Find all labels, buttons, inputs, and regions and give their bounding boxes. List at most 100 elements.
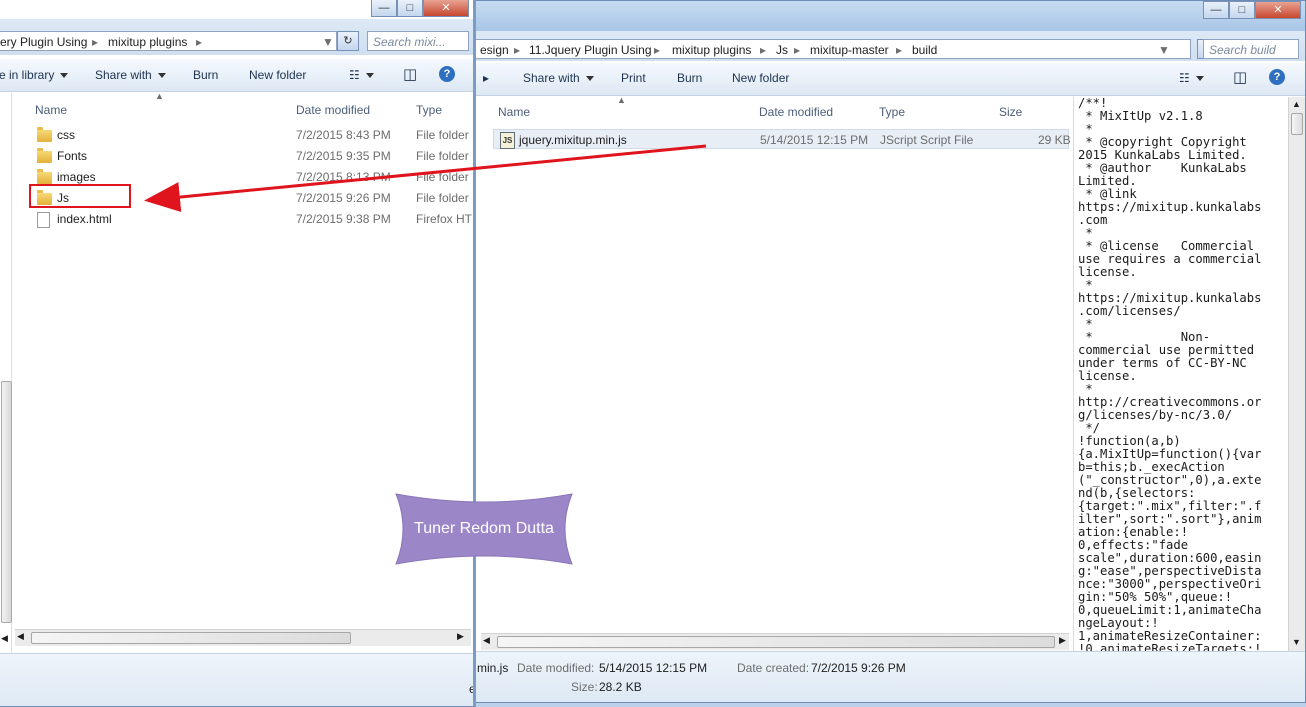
chevron-down-icon: [1195, 76, 1204, 82]
chevron-down-icon: [157, 73, 166, 79]
search-input[interactable]: Search mixi...: [367, 31, 469, 51]
share-with-button[interactable]: Share with: [523, 71, 594, 85]
include-in-library-label: e in library: [0, 68, 55, 82]
details-file-name: min.js: [477, 661, 509, 675]
address-dropdown-icon[interactable]: ▼: [322, 35, 334, 49]
scrollbar-thumb[interactable]: [1291, 113, 1303, 135]
right-navbar: esign ▸ 11.Jquery Plugin Using ▸ mixitup…: [473, 31, 1305, 61]
navigation-pane: ◀: [0, 93, 12, 655]
left-toolbar: e in library Share with Burn New folder …: [0, 59, 473, 92]
burn-button[interactable]: Burn: [193, 68, 218, 82]
close-button[interactable]: ✕: [423, 0, 469, 17]
scroll-up-icon[interactable]: ▲: [1292, 99, 1301, 109]
column-header-type[interactable]: Type: [416, 103, 442, 117]
help-icon[interactable]: ?: [1269, 69, 1285, 85]
print-button[interactable]: Print: [621, 71, 646, 85]
horizontal-scrollbar[interactable]: ◀ ▶: [481, 633, 1069, 650]
include-in-library-button[interactable]: e in library: [0, 68, 69, 82]
file-size: 29 KB: [1038, 133, 1071, 147]
table-row[interactable]: css 7/2/2015 8:43 PM File folder: [29, 125, 471, 145]
scroll-right-icon[interactable]: ▶: [1059, 635, 1066, 646]
column-header-name[interactable]: Name: [498, 105, 530, 119]
file-name: Fonts: [57, 149, 88, 163]
back-chevron-icon[interactable]: ▸: [483, 71, 489, 85]
preview-line: license.: [1078, 369, 1137, 383]
scroll-left-icon[interactable]: ◀: [483, 635, 490, 646]
preview-line: * MixItUp v2.1.8: [1078, 109, 1203, 123]
burn-button[interactable]: Burn: [677, 71, 702, 85]
table-row[interactable]: Fonts 7/2/2015 9:35 PM File folder: [29, 146, 471, 166]
breadcrumb-separator-icon: ▸: [760, 43, 767, 57]
chevron-down-icon: [365, 73, 374, 79]
details-date-modified: 5/14/2015 12:15 PM: [599, 661, 708, 675]
search-input[interactable]: Search build: [1203, 39, 1299, 59]
file-type: Firefox HT: [416, 212, 473, 226]
folder-icon: [37, 148, 52, 163]
breadcrumb-segment[interactable]: mixitup-master: [810, 43, 889, 57]
scroll-right-icon[interactable]: ▶: [457, 631, 464, 642]
breadcrumb-segment[interactable]: mixitup plugins: [108, 35, 187, 49]
breadcrumb-separator-icon: ▸: [92, 35, 99, 49]
breadcrumb-separator-icon: ▸: [794, 43, 801, 57]
file-type: File folder: [416, 191, 469, 205]
breadcrumb-segment[interactable]: 11.Jquery Plugin Using: [529, 43, 652, 57]
minimize-button[interactable]: —: [371, 0, 397, 17]
file-name: index.html: [57, 212, 112, 226]
scroll-down-icon[interactable]: ▼: [1292, 637, 1301, 647]
navigation-scrollbar[interactable]: [1, 381, 12, 623]
minimize-button[interactable]: —: [1203, 1, 1229, 19]
right-toolbar: ▸ Share with Print Burn New folder ☷ ◫ ?: [473, 63, 1305, 96]
js-folder-highlight: [29, 184, 131, 208]
column-header-size[interactable]: Size: [999, 105, 1022, 119]
right-explorer-window: — □ ✕ esign ▸ 11.Jquery Plugin Using ▸ m…: [472, 0, 1306, 703]
column-header-date[interactable]: Date modified: [296, 103, 370, 117]
file-date: 7/2/2015 9:26 PM: [296, 191, 391, 205]
view-options-icon[interactable]: ☷: [1179, 71, 1204, 85]
breadcrumb-separator-icon: ▸: [654, 43, 661, 57]
horizontal-scrollbar[interactable]: ◀ ▶: [15, 629, 471, 646]
column-header-name[interactable]: Name: [35, 103, 67, 117]
breadcrumb-separator-icon: ▸: [514, 43, 521, 57]
breadcrumb-segment[interactable]: Js: [776, 43, 788, 57]
breadcrumb-segment[interactable]: esign: [480, 43, 509, 57]
breadcrumb-segment[interactable]: mixitup plugins: [672, 43, 751, 57]
address-bar[interactable]: ery Plugin Using ▸ mixitup plugins ▸ ▼: [0, 31, 337, 51]
new-folder-button[interactable]: New folder: [732, 71, 789, 85]
folder-icon: [37, 169, 52, 184]
new-folder-button[interactable]: New folder: [249, 68, 306, 82]
maximize-button[interactable]: □: [397, 0, 423, 17]
column-header-date[interactable]: Date modified: [759, 105, 833, 119]
preview-line: g/licenses/by-nc/3.0/: [1078, 408, 1233, 422]
file-type: File folder: [416, 170, 469, 184]
scroll-left-icon[interactable]: ◀: [1, 633, 8, 644]
file-date: 7/2/2015 8:13 PM: [296, 170, 391, 184]
preview-text: /**! * MixItUp v2.1.8 * * @copyright Cop…: [1078, 97, 1261, 651]
breadcrumb-separator-icon: ▸: [196, 35, 203, 49]
maximize-button[interactable]: □: [1229, 1, 1255, 19]
address-bar[interactable]: esign ▸ 11.Jquery Plugin Using ▸ mixitup…: [473, 39, 1191, 59]
scrollbar-thumb[interactable]: [497, 636, 1055, 648]
view-options-icon[interactable]: ☷: [349, 68, 374, 82]
table-row[interactable]: index.html 7/2/2015 9:38 PM Firefox HT: [29, 209, 473, 229]
details-partial-text: e: [469, 682, 476, 696]
preview-pane-icon[interactable]: ◫: [1233, 68, 1247, 86]
breadcrumb-separator-icon: ▸: [896, 43, 903, 57]
close-button[interactable]: ✕: [1255, 1, 1301, 19]
scroll-left-icon[interactable]: ◀: [17, 631, 24, 642]
breadcrumb-segment[interactable]: ery Plugin Using: [0, 35, 87, 49]
breadcrumb-segment[interactable]: build: [912, 43, 937, 57]
column-headers: Name Date modified Type: [15, 103, 471, 123]
preview-vertical-scrollbar[interactable]: ▲ ▼: [1288, 97, 1305, 651]
table-row[interactable]: JS jquery.mixitup.min.js 5/14/2015 12:15…: [493, 129, 1071, 149]
share-with-label: Share with: [523, 71, 580, 85]
refresh-icon[interactable]: ↻: [337, 31, 359, 51]
column-header-type[interactable]: Type: [879, 105, 905, 119]
preview-pane-icon[interactable]: ◫: [403, 65, 417, 83]
address-dropdown-icon[interactable]: ▼: [1158, 43, 1170, 57]
file-name: jquery.mixitup.min.js: [519, 133, 627, 147]
file-type: JScript Script File: [880, 133, 974, 147]
help-icon[interactable]: ?: [439, 66, 455, 82]
left-navbar: ery Plugin Using ▸ mixitup plugins ▸ ▼ ↻…: [0, 19, 473, 55]
scrollbar-thumb[interactable]: [31, 632, 351, 644]
share-with-button[interactable]: Share with: [95, 68, 166, 82]
